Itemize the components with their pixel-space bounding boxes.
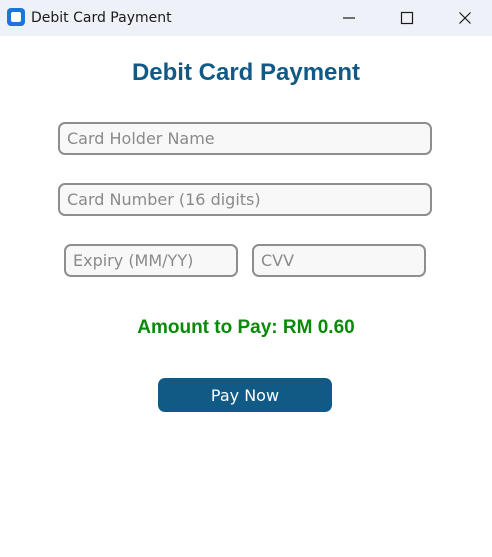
maximize-button[interactable] — [384, 0, 430, 36]
app-icon — [7, 8, 25, 26]
card-holder-name-input[interactable] — [58, 122, 432, 155]
close-icon — [459, 12, 471, 24]
window-title: Debit Card Payment — [31, 10, 172, 26]
minimize-icon — [343, 17, 355, 19]
close-button[interactable] — [442, 0, 488, 36]
minimize-button[interactable] — [326, 0, 372, 36]
cvv-input[interactable] — [252, 244, 426, 277]
amount-to-pay: Amount to Pay: RM 0.60 — [137, 317, 355, 338]
payment-window: Debit Card Payment Debit Card Payment Am… — [0, 0, 492, 557]
maximize-icon — [400, 11, 414, 25]
title-bar[interactable]: Debit Card Payment — [0, 0, 492, 36]
page-title: Debit Card Payment — [131, 59, 361, 86]
card-number-input[interactable] — [58, 183, 432, 216]
expiry-input[interactable] — [64, 244, 238, 277]
pay-now-button[interactable]: Pay Now — [158, 378, 332, 412]
